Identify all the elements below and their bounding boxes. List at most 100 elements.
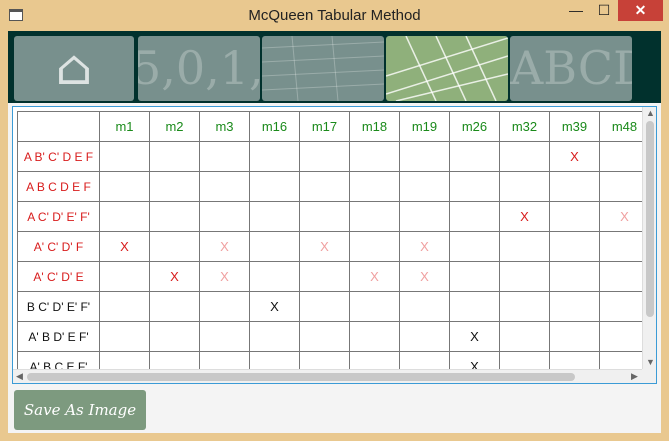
- horizontal-scroll-thumb[interactable]: [27, 373, 575, 381]
- table-cell[interactable]: [149, 231, 200, 262]
- table-cell[interactable]: X: [249, 291, 300, 322]
- close-button[interactable]: ✕: [618, 0, 663, 21]
- table-cell[interactable]: [199, 201, 250, 232]
- table-cell[interactable]: [99, 321, 150, 352]
- scroll-right-icon[interactable]: ▶: [631, 371, 638, 382]
- table-cell[interactable]: [349, 321, 400, 352]
- table-cell[interactable]: X: [149, 261, 200, 292]
- implicant-grid: m1 m2 m3 m16 m17 m18 m19 m26 m32 m39 m48 A B' C' D…: [17, 111, 650, 382]
- table-cell[interactable]: [249, 321, 300, 352]
- scroll-up-icon[interactable]: ▲: [646, 108, 655, 118]
- column-header: m18: [349, 111, 400, 142]
- table-cell[interactable]: [549, 201, 600, 232]
- column-header: m17: [299, 111, 350, 142]
- table-cell[interactable]: [149, 291, 200, 322]
- table-row: A B' C' D E F X: [17, 141, 650, 172]
- table-cell[interactable]: [99, 291, 150, 322]
- table-cell[interactable]: [99, 141, 150, 172]
- table-cell[interactable]: [449, 231, 500, 262]
- vertical-scroll-thumb[interactable]: [646, 121, 654, 317]
- table-cell[interactable]: X: [549, 141, 600, 172]
- table-cell[interactable]: [549, 261, 600, 292]
- table-cell[interactable]: [149, 321, 200, 352]
- table-cell[interactable]: X: [399, 261, 450, 292]
- toolbar: ⌂ 5,0,1,4: [8, 31, 661, 103]
- numbers-button[interactable]: 5,0,1,4: [138, 36, 260, 101]
- table-cell[interactable]: [549, 171, 600, 202]
- row-label: A C' D' E' F': [17, 201, 100, 232]
- maximize-button[interactable]: ☐: [590, 0, 618, 21]
- table-cell[interactable]: [549, 231, 600, 262]
- table-cell[interactable]: [149, 171, 200, 202]
- table-cell[interactable]: X: [499, 201, 550, 232]
- table-cell[interactable]: [449, 201, 500, 232]
- row-label: A B C D E F: [17, 171, 100, 202]
- minimize-button[interactable]: —: [562, 0, 590, 21]
- table-cell[interactable]: X: [299, 231, 350, 262]
- title-bar: McQueen Tabular Method — ☐ ✕: [0, 0, 669, 31]
- table-cell[interactable]: [349, 231, 400, 262]
- table-cell[interactable]: X: [449, 321, 500, 352]
- save-as-image-button[interactable]: Save As Image: [14, 390, 146, 430]
- table-cell[interactable]: [149, 201, 200, 232]
- vertical-scrollbar[interactable]: ▲ ▼: [642, 107, 656, 369]
- scroll-down-icon[interactable]: ▼: [646, 357, 655, 367]
- table-cell[interactable]: [499, 291, 550, 322]
- table-cell[interactable]: [499, 261, 550, 292]
- table-cell[interactable]: [349, 141, 400, 172]
- table-cell[interactable]: X: [199, 231, 250, 262]
- table-cell[interactable]: [199, 291, 250, 322]
- table-cell[interactable]: [499, 231, 550, 262]
- table-cell[interactable]: [249, 261, 300, 292]
- table-cell[interactable]: [349, 291, 400, 322]
- table-cell[interactable]: [249, 201, 300, 232]
- table-cell[interactable]: [499, 141, 550, 172]
- grid-button[interactable]: [386, 36, 508, 101]
- scroll-left-icon[interactable]: ◀: [16, 371, 23, 382]
- table-cell[interactable]: [499, 171, 550, 202]
- table-cell[interactable]: X: [399, 231, 450, 262]
- table-row: A' B D' E F' X: [17, 321, 650, 352]
- table-cell[interactable]: [499, 321, 550, 352]
- table-cell[interactable]: [449, 291, 500, 322]
- column-header: m19: [399, 111, 450, 142]
- table-cell[interactable]: [299, 261, 350, 292]
- table-cell[interactable]: [399, 291, 450, 322]
- table-cell[interactable]: [399, 141, 450, 172]
- table-cell[interactable]: [349, 171, 400, 202]
- numbers-icon: 5,0,1,4: [138, 41, 260, 95]
- table-cell[interactable]: [199, 171, 250, 202]
- table-cell[interactable]: [99, 201, 150, 232]
- table-cell[interactable]: [99, 261, 150, 292]
- table-cell[interactable]: [349, 201, 400, 232]
- table-button[interactable]: [262, 36, 384, 101]
- table-cell[interactable]: [299, 141, 350, 172]
- table-cell[interactable]: [549, 321, 600, 352]
- table-cell[interactable]: [249, 141, 300, 172]
- table-cell[interactable]: [99, 171, 150, 202]
- table-cell[interactable]: [149, 141, 200, 172]
- table-cell[interactable]: [299, 201, 350, 232]
- table-cell[interactable]: [399, 201, 450, 232]
- table-cell[interactable]: [299, 321, 350, 352]
- row-label: A B' C' D E F: [17, 141, 100, 172]
- table-cell[interactable]: [299, 291, 350, 322]
- letters-button[interactable]: ABCD: [510, 36, 632, 101]
- table-cell[interactable]: [199, 141, 250, 172]
- table-cell[interactable]: X: [99, 231, 150, 262]
- table-cell[interactable]: [449, 261, 500, 292]
- table-cell[interactable]: [399, 321, 450, 352]
- table-cell[interactable]: X: [199, 261, 250, 292]
- table-cell[interactable]: [449, 141, 500, 172]
- horizontal-scrollbar[interactable]: ◀ ▶: [13, 369, 642, 383]
- table-cell[interactable]: [399, 171, 450, 202]
- table-cell[interactable]: X: [349, 261, 400, 292]
- table-cell[interactable]: [449, 171, 500, 202]
- table-cell[interactable]: [299, 171, 350, 202]
- home-button[interactable]: ⌂: [14, 36, 134, 101]
- table-cell[interactable]: [249, 171, 300, 202]
- letters-icon: ABCD: [510, 41, 632, 95]
- table-cell[interactable]: [549, 291, 600, 322]
- table-cell[interactable]: [249, 231, 300, 262]
- table-cell[interactable]: [199, 321, 250, 352]
